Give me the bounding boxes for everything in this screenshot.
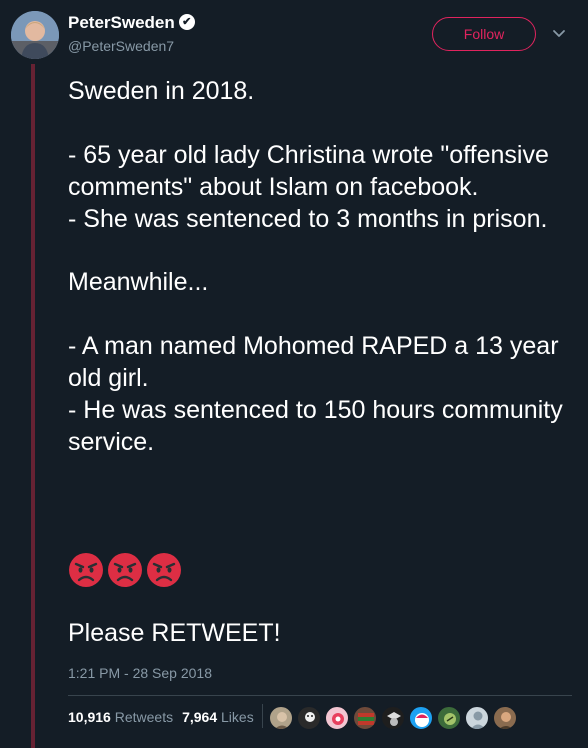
- retweeter-avatar[interactable]: [269, 706, 293, 730]
- likes-stat[interactable]: 7,964 Likes: [182, 709, 254, 725]
- retweet-request-text: Please RETWEET!: [68, 619, 281, 647]
- tweet-text: Sweden in 2018. - 65 year old lady Chris…: [68, 77, 563, 456]
- retweets-label: Retweets: [114, 709, 174, 725]
- angry-face-emoji: [69, 553, 103, 587]
- profile-photo: [11, 11, 59, 59]
- angry-face-emoji: [108, 553, 142, 587]
- retweeter-avatar[interactable]: [493, 706, 517, 730]
- retweeter-avatar[interactable]: [437, 706, 461, 730]
- avatar[interactable]: [11, 11, 59, 59]
- chevron-down-icon[interactable]: [551, 25, 567, 41]
- retweeter-avatar[interactable]: [381, 706, 405, 730]
- retweeter-avatar[interactable]: [465, 706, 489, 730]
- user-display-name[interactable]: PeterSweden ✔: [68, 13, 195, 33]
- likes-count: 7,964: [182, 709, 218, 725]
- user-handle[interactable]: @PeterSweden7: [68, 38, 174, 54]
- retweeter-avatar[interactable]: [409, 706, 433, 730]
- retweets-count: 10,916: [68, 709, 111, 725]
- retweeter-avatar[interactable]: [297, 706, 321, 730]
- retweeter-avatar[interactable]: [325, 706, 349, 730]
- tweet-timestamp[interactable]: 1:21 PM - 28 Sep 2018: [68, 665, 212, 681]
- retweets-stat[interactable]: 10,916 Retweets: [68, 709, 173, 725]
- verified-badge-icon: ✔: [178, 14, 195, 31]
- follow-button[interactable]: Follow: [432, 17, 536, 51]
- angry-face-emoji: [147, 553, 181, 587]
- divider: [68, 695, 572, 696]
- thread-line: [31, 64, 35, 748]
- stats-separator: [262, 704, 263, 728]
- tweet-stats: 10,916 Retweets 7,964 Likes: [68, 709, 254, 725]
- likes-label: Likes: [221, 709, 254, 725]
- retweeter-avatar[interactable]: [353, 706, 377, 730]
- display-name-text: PeterSweden: [68, 13, 175, 32]
